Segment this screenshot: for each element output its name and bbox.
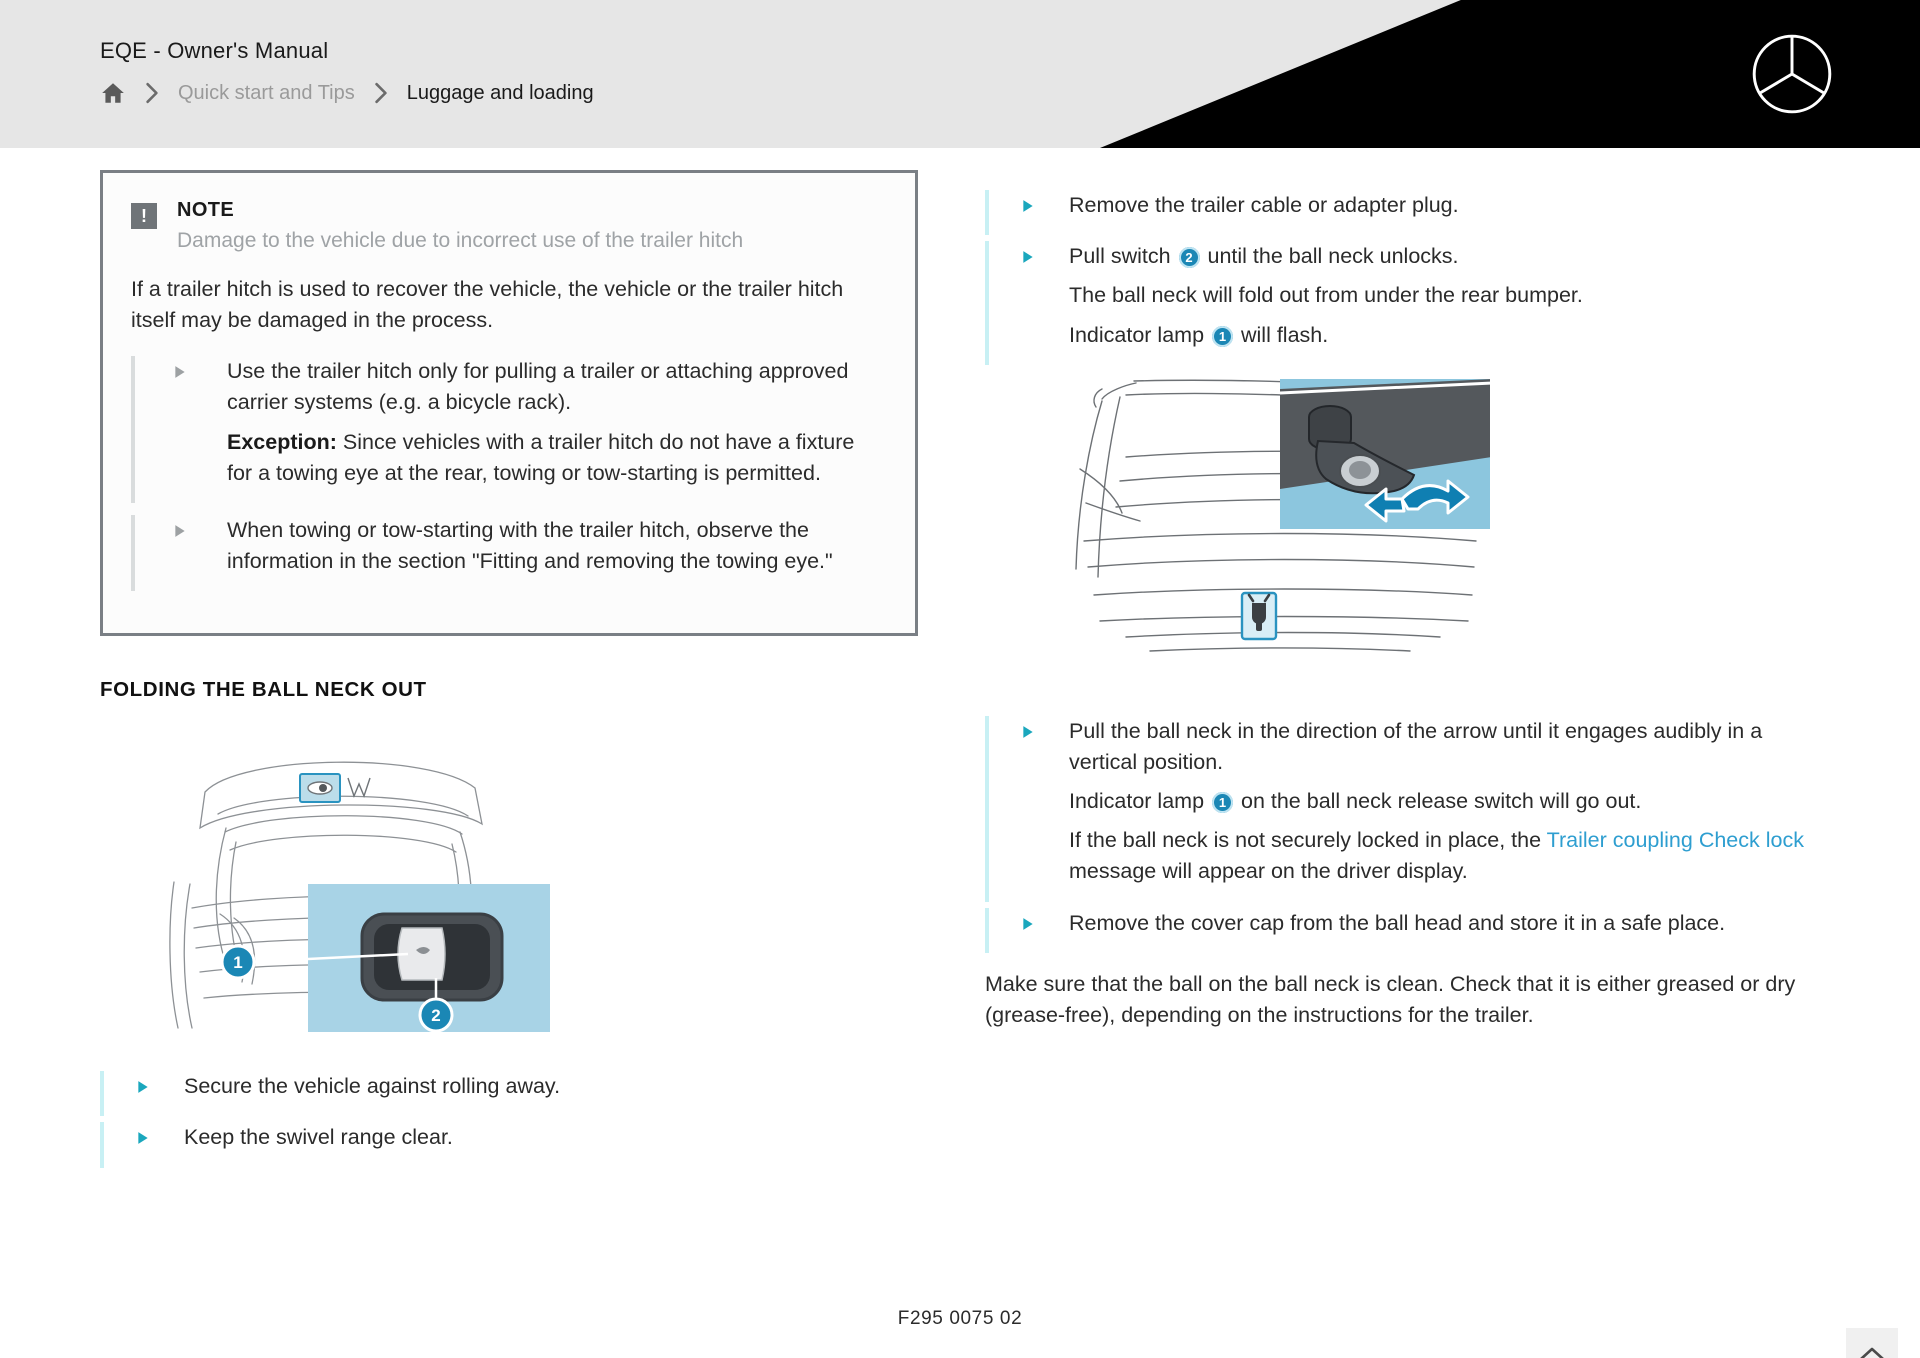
list-item-body: Pull switch 2 until the ball neck unlock… — [1069, 241, 1583, 351]
bullet-arrow-icon — [1023, 251, 1033, 264]
list-item: When towing or tow-starting with the tra… — [131, 514, 885, 592]
app-header: EQE - Owner's Manual Quick start and Tip… — [0, 0, 1920, 148]
right-column: Remove the trailer cable or adapter plug… — [985, 170, 1815, 1031]
list-item-body: Pull the ball neck in the direction of t… — [1069, 716, 1815, 888]
bullet-arrow-icon — [1023, 725, 1033, 738]
list-item-exception: Exception: Since vehicles with a trailer… — [227, 427, 885, 489]
cross-reference-link[interactable]: Trailer coupling Check lock — [1547, 828, 1804, 852]
callout-badge-1: 1 — [1212, 792, 1234, 814]
list-item-text: Keep the swivel range clear. — [184, 1125, 453, 1150]
bullet-rail — [985, 907, 989, 953]
breadcrumb: Quick start and Tips Luggage and loading — [100, 80, 594, 106]
exception-label: Exception: — [227, 429, 337, 454]
warning-exclamation-icon: ! — [131, 203, 157, 229]
list-item-line: Pull switch 2 until the ball neck unlock… — [1069, 244, 1459, 269]
note-subtitle: Damage to the vehicle due to incorrect u… — [177, 229, 744, 252]
chevron-right-icon-2 — [375, 82, 387, 104]
bullet-rail — [131, 356, 135, 503]
right-bullet-list-bottom: Pull the ball neck in the direction of t… — [985, 715, 1815, 953]
list-item-line: Pull the ball neck in the direction of t… — [1069, 718, 1763, 774]
bullet-rail — [100, 1071, 104, 1117]
note-body-text: If a trailer hitch is used to recover th… — [131, 276, 844, 332]
bullet-arrow-icon — [138, 1132, 148, 1145]
bullet-arrow-icon — [1023, 200, 1033, 212]
bullet-rail — [985, 241, 989, 365]
list-item-line: Indicator lamp 1 on the ball neck releas… — [1069, 789, 1642, 814]
chevron-up-icon — [1860, 1347, 1884, 1358]
list-item: Remove the cover cap from the ball head … — [985, 907, 1815, 953]
left-bullet-list: Secure the vehicle against rolling away.… — [100, 1071, 920, 1168]
list-item: Keep the swivel range clear. — [100, 1122, 920, 1168]
ball-neck-release-switch-illustration: 1 2 — [169, 761, 550, 1033]
callout-label-2: 2 — [431, 1006, 440, 1025]
page-title: EQE - Owner's Manual — [100, 38, 329, 63]
list-item-text: When towing or tow-starting with the tra… — [227, 517, 833, 574]
figure-code: F295 0075 02 — [897, 1308, 1023, 1329]
list-item-line: Remove the cover cap from the ball head … — [1069, 910, 1726, 935]
list-item-text: Secure the vehicle against rolling away. — [184, 1074, 561, 1099]
list-item: Secure the vehicle against rolling away. — [100, 1071, 920, 1117]
list-item-line: If the ball neck is not securely locked … — [1069, 828, 1804, 884]
list-item: Remove the trailer cable or adapter plug… — [985, 190, 1815, 236]
scroll-to-top-button[interactable] — [1846, 1328, 1898, 1358]
bullet-rail — [985, 715, 989, 902]
list-item-text: Use the trailer hitch only for pulling a… — [227, 359, 849, 415]
section-heading: FOLDING THE BALL NECK OUT — [100, 678, 427, 702]
ball-neck-folding-out-illustration — [1075, 378, 1493, 652]
note-bullet-list: Use the trailer hitch only for pulling a… — [131, 356, 885, 592]
list-item-body: Remove the trailer cable or adapter plug… — [1069, 190, 1459, 221]
bullet-arrow-icon — [175, 525, 185, 537]
list-item-body: Remove the cover cap from the ball head … — [1069, 908, 1725, 939]
bullet-rail — [100, 1122, 104, 1168]
list-item: Pull the ball neck in the direction of t… — [985, 715, 1815, 902]
list-item-line: Remove the trailer cable or adapter plug… — [1069, 193, 1459, 217]
right-bullet-list-top: Remove the trailer cable or adapter plug… — [985, 190, 1815, 365]
document-page: ! NOTE Damage to the vehicle due to inco… — [0, 148, 1920, 1358]
bullet-arrow-icon — [1023, 917, 1033, 930]
bullet-arrow-icon — [175, 366, 185, 378]
callout-badge-2: 2 — [1178, 247, 1200, 269]
callout-badge-1: 1 — [1212, 325, 1234, 347]
note-callout-box: ! NOTE Damage to the vehicle due to inco… — [100, 170, 918, 637]
chevron-right-icon — [146, 82, 158, 104]
home-icon[interactable] — [100, 80, 126, 106]
note-header: ! NOTE Damage to the vehicle due to inco… — [131, 199, 885, 256]
bullet-rail — [131, 514, 135, 592]
list-item-line: Indicator lamp 1 will flash. — [1069, 322, 1329, 347]
list-item: Pull switch 2 until the ball neck unlock… — [985, 241, 1815, 365]
mercedes-star-logo — [1752, 34, 1832, 114]
list-item: Use the trailer hitch only for pulling a… — [131, 356, 885, 503]
left-column: ! NOTE Damage to the vehicle due to inco… — [100, 170, 920, 1168]
breadcrumb-item-parent[interactable]: Quick start and Tips — [178, 82, 355, 105]
bullet-arrow-icon — [138, 1081, 148, 1094]
breadcrumb-item-current[interactable]: Luggage and loading — [407, 82, 594, 105]
list-item-line: The ball neck will fold out from under t… — [1069, 283, 1583, 308]
bullet-rail — [985, 190, 989, 236]
closing-paragraph: Make sure that the ball on the ball neck… — [985, 971, 1796, 1027]
note-title: NOTE — [177, 199, 235, 221]
callout-label-1: 1 — [233, 953, 242, 972]
